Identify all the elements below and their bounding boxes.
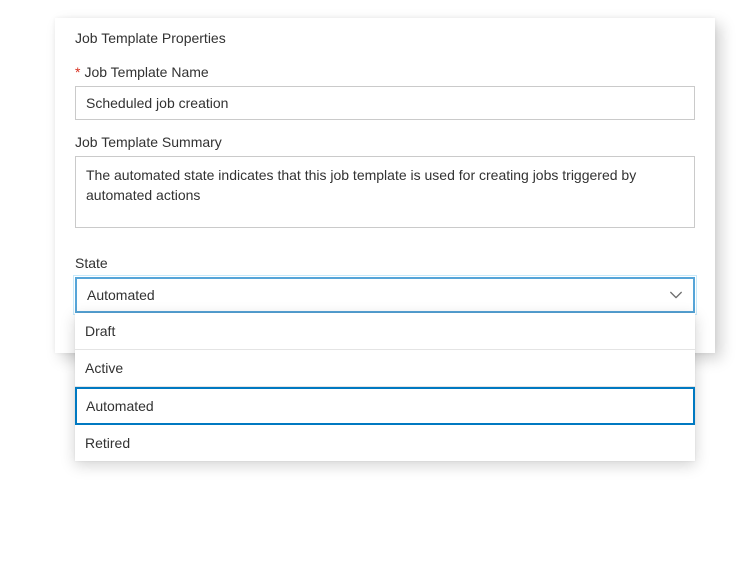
state-label: State [75,255,695,271]
chevron-down-icon [669,288,683,302]
state-option-retired[interactable]: Retired [75,425,695,461]
job-template-properties-panel: Job Template Properties *Job Template Na… [55,18,715,353]
state-option-draft[interactable]: Draft [75,313,695,350]
panel-title: Job Template Properties [75,30,695,46]
summary-label: Job Template Summary [75,134,695,150]
state-option-active[interactable]: Active [75,350,695,387]
name-label-row: *Job Template Name [75,64,695,80]
job-template-summary-input[interactable]: The automated state indicates that this … [75,156,695,228]
state-option-automated[interactable]: Automated [75,387,695,425]
job-template-name-input[interactable] [75,86,695,120]
state-select-wrap: Automated Draft Active Automated Retired [75,277,695,313]
state-select-value: Automated [87,287,155,303]
state-select[interactable]: Automated [75,277,695,313]
state-dropdown: Draft Active Automated Retired [75,313,695,461]
required-indicator: * [75,64,80,80]
name-label: Job Template Name [84,64,208,80]
